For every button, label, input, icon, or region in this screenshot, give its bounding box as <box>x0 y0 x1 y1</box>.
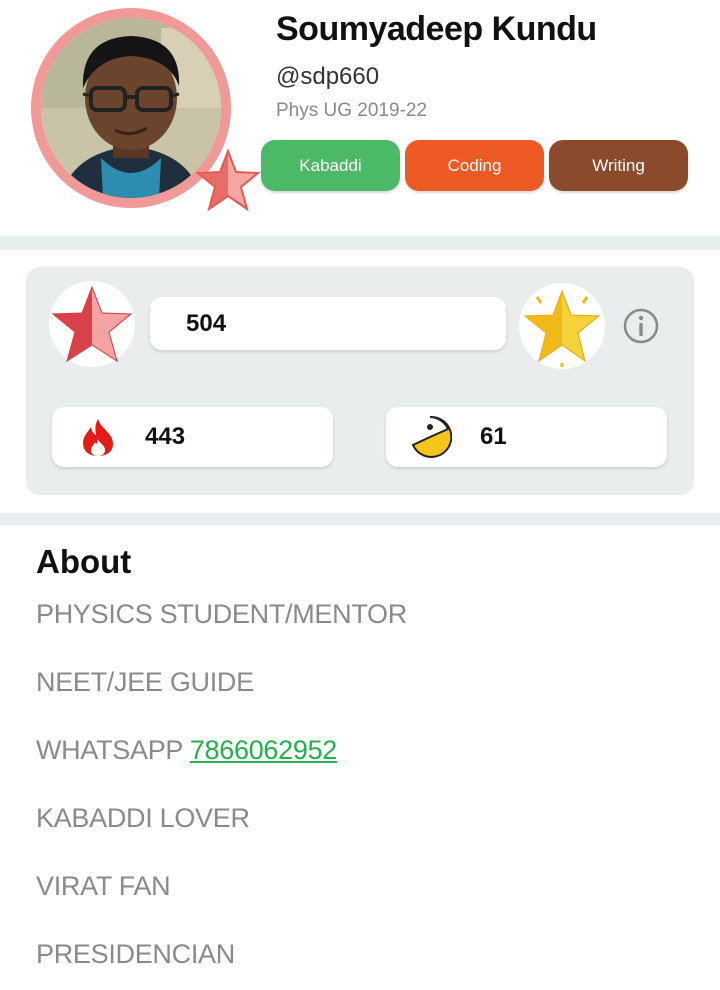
stats-card: 504 443 61 <box>26 267 694 495</box>
about-line: PHYSICS STUDENT/MENTOR <box>36 599 407 629</box>
about-line-whatsapp: WHATSAPP 7866062952 <box>36 735 337 766</box>
red-star-icon <box>49 281 135 367</box>
info-icon[interactable] <box>622 307 660 345</box>
profile-name: Soumyadeep Kundu <box>276 10 597 48</box>
profile-batch: Phys UG 2019-22 <box>276 100 428 121</box>
pacman-icon <box>411 415 452 458</box>
stars-count: 504 <box>150 297 506 350</box>
pacman-value: 61 <box>480 423 507 450</box>
about-line: KABADDI LOVER <box>36 803 250 833</box>
section-divider <box>0 513 720 525</box>
interest-tags: Kabaddi Coding Writing <box>261 140 688 191</box>
avatar-photo <box>41 18 221 198</box>
about-line: NEET/JEE GUIDE <box>36 667 254 697</box>
tag-kabaddi[interactable]: Kabaddi <box>261 140 400 191</box>
about-line: VIRAT FAN <box>36 871 171 901</box>
fire-icon <box>83 419 113 456</box>
tag-writing[interactable]: Writing <box>549 140 688 191</box>
profile-handle: @sdp660 <box>276 63 380 90</box>
pacman-count: 61 <box>386 407 667 467</box>
star-icon <box>196 148 260 212</box>
gold-star-icon[interactable] <box>519 283 605 369</box>
streak-count: 443 <box>52 407 333 467</box>
streak-value: 443 <box>145 423 186 450</box>
section-divider <box>0 236 720 250</box>
about-heading: About <box>36 543 132 580</box>
stars-value: 504 <box>186 309 227 337</box>
tag-coding[interactable]: Coding <box>405 140 544 191</box>
whatsapp-link[interactable]: 7866062952 <box>190 735 337 765</box>
about-line: PRESIDENCIAN <box>36 939 235 969</box>
avatar[interactable] <box>31 8 260 212</box>
whatsapp-label: WHATSAPP <box>36 735 183 765</box>
profile-header: Soumyadeep Kundu @sdp660 Phys UG 2019-22… <box>0 0 720 236</box>
